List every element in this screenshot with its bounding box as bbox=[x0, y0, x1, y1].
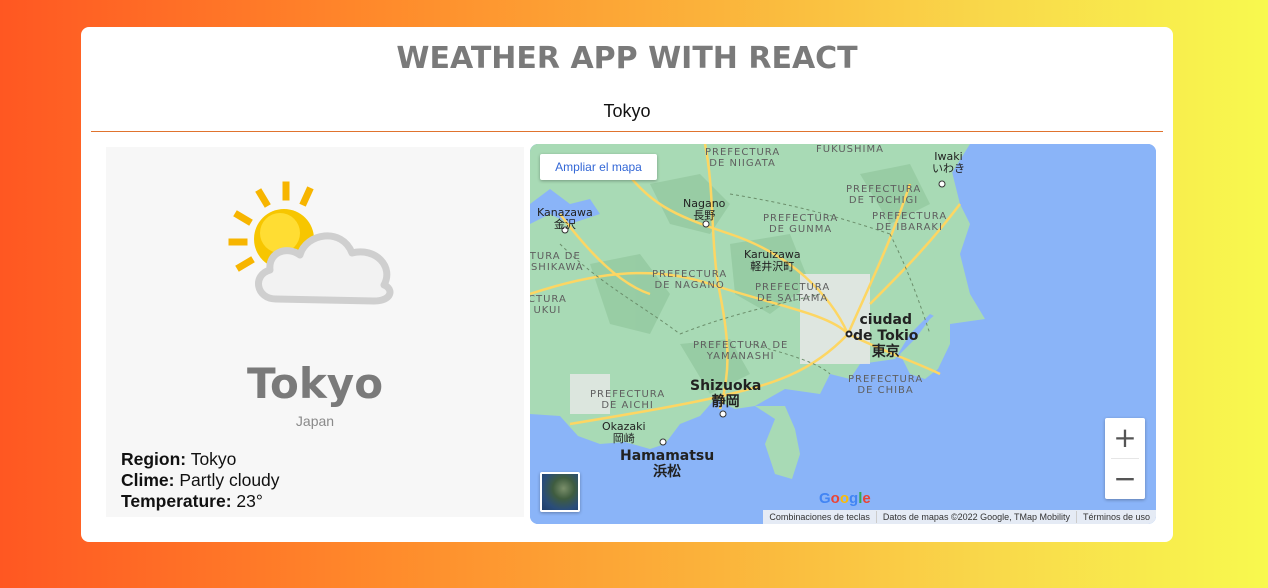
zoom-out-button[interactable]: − bbox=[1105, 459, 1145, 499]
satellite-toggle[interactable] bbox=[540, 472, 580, 512]
clime-row: Clime: Partly cloudy bbox=[121, 470, 280, 491]
map-label-aichi: PREFECTURA DE AICHI bbox=[590, 389, 666, 411]
map-city-iwaki: Iwaki いわき bbox=[932, 150, 965, 175]
keyboard-shortcuts-link[interactable]: Combinaciones de teclas bbox=[763, 511, 876, 523]
map-label-ibaraki: PREFECTURA DE IBARAKI bbox=[872, 211, 948, 233]
region-label: Region: bbox=[121, 449, 187, 469]
weather-details: Region: Tokyo Clime: Partly cloudy Tempe… bbox=[121, 449, 280, 512]
map-city-karuizawa: Karuizawa 軽井沢町 bbox=[744, 248, 801, 273]
map-label-saitama: PREFECTURA DE SAITAMA bbox=[755, 282, 831, 304]
map-label-fukui: CTURA UKUI bbox=[530, 294, 567, 316]
map-label-yamanashi: PREFECTURA DE YAMANASHI bbox=[693, 340, 789, 362]
weather-card: WEATHER APP WITH REACT Tokyo Japan Regio… bbox=[81, 27, 1173, 542]
map-attribution: Combinaciones de teclas Datos de mapas ©… bbox=[763, 510, 1156, 524]
map-label-nagano: PREFECTURA DE NAGANO bbox=[652, 269, 728, 291]
temperature-label: Temperature: bbox=[121, 491, 232, 511]
temperature-value: 23° bbox=[236, 491, 263, 511]
map-label-fukushima: FUKUSHIMA bbox=[816, 144, 884, 155]
expand-map-button[interactable]: Ampliar el mapa bbox=[540, 154, 657, 180]
map-label-gunma: PREFECTURA DE GUNMA bbox=[763, 213, 839, 235]
weather-panel: Tokyo Japan Region: Tokyo Clime: Partly … bbox=[106, 147, 524, 517]
region-row: Region: Tokyo bbox=[121, 449, 280, 470]
map-city-nagano: Nagano 長野 bbox=[683, 197, 726, 222]
divider bbox=[91, 131, 1163, 132]
map-data-text: Datos de mapas ©2022 Google, TMap Mobili… bbox=[875, 511, 1076, 523]
partly-cloudy-icon bbox=[228, 181, 394, 305]
temperature-row: Temperature: 23° bbox=[121, 491, 280, 512]
map-label-ishikawa: TURA DE ISHIKAWA bbox=[530, 251, 584, 273]
zoom-in-button[interactable]: + bbox=[1105, 418, 1145, 458]
map-label-chiba: PREFECTURA DE CHIBA bbox=[848, 374, 924, 396]
terms-link[interactable]: Términos de uso bbox=[1075, 511, 1156, 523]
map-city-shizuoka: Shizuoka 静岡 bbox=[690, 378, 762, 410]
google-logo: Google bbox=[819, 490, 871, 507]
map-city-kanazawa: Kanazawa 金沢 bbox=[537, 206, 593, 231]
clime-label: Clime: bbox=[121, 470, 175, 490]
app-title: WEATHER APP WITH REACT bbox=[396, 41, 858, 76]
map-label-tochigi: PREFECTURA DE TOCHIGI bbox=[846, 184, 922, 206]
region-value: Tokyo bbox=[190, 449, 237, 469]
map-city-tokyo: ciudad de Tokio 東京 bbox=[853, 312, 919, 360]
map-city-okazaki: Okazaki 岡崎 bbox=[602, 420, 646, 445]
country-name: Japan bbox=[295, 413, 335, 429]
city-search-input[interactable] bbox=[81, 99, 1173, 123]
zoom-control: + − bbox=[1105, 418, 1145, 499]
map-embed[interactable]: PREFECTURA DE NIIGATA FUKUSHIMA Iwaki いわ… bbox=[530, 144, 1156, 524]
clime-value: Partly cloudy bbox=[179, 470, 280, 490]
city-name: Tokyo bbox=[246, 359, 384, 408]
map-city-hamamatsu: Hamamatsu 浜松 bbox=[620, 448, 715, 480]
map-label-niigata: PREFECTURA DE NIIGATA bbox=[705, 147, 781, 169]
